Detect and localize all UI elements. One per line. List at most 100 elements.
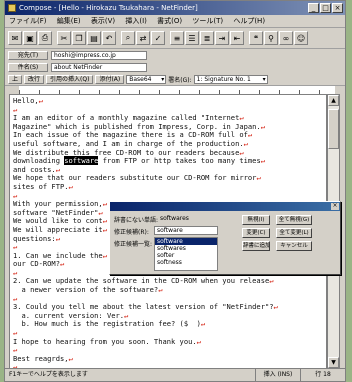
ignore-all-button[interactable]: 全て無視(G)	[276, 215, 312, 225]
body-line-text: Best reagrds,	[13, 353, 69, 363]
return-mark-icon: ↵	[102, 199, 107, 209]
return-mark-icon: ↵	[158, 285, 163, 295]
return-mark-icon: ↵	[269, 276, 274, 286]
return-mark-icon: ↵	[59, 259, 65, 269]
body-line: b. How much is the registration fee? ($ …	[13, 320, 326, 329]
attach-button[interactable]: 添付(A)	[95, 74, 125, 84]
indent-icon[interactable]: ⇥	[215, 31, 229, 45]
signature-label: 署名(G):	[168, 76, 192, 84]
dialog-word-label: 辞書にない単語:	[114, 217, 159, 224]
subject-field[interactable]: about NetFinder	[51, 62, 147, 72]
return-mark-icon: ↵	[55, 233, 60, 243]
address-icon[interactable]: ☺	[294, 31, 308, 45]
wrap-button[interactable]: 改行	[24, 74, 45, 84]
replace-icon[interactable]: ⇄	[136, 31, 150, 45]
return-mark-icon: ↵	[200, 319, 206, 329]
spell-icon[interactable]: ✓	[151, 31, 165, 45]
align-right-icon[interactable]: ≣	[200, 31, 214, 45]
insert-quote-button[interactable]: 引用の挿入(Q)	[46, 74, 94, 84]
to-row: 宛先(T) hoshi@impress.co.jp	[5, 49, 345, 61]
dialog-word-value: softwares	[160, 215, 189, 222]
menu-format[interactable]: 書式(O)	[157, 17, 182, 25]
dialog-close-icon[interactable]: ×	[331, 203, 339, 210]
minimize-button[interactable]: _	[308, 3, 319, 13]
print-icon[interactable]: ⎙	[38, 31, 52, 45]
close-button[interactable]: ×	[332, 3, 343, 13]
return-mark-icon: ↵	[273, 302, 278, 312]
maximize-button[interactable]: □	[320, 3, 331, 13]
title-bar[interactable]: Compose - [Hello - Hirokazu Tsukahara - …	[5, 1, 345, 15]
menu-bar: ファイル(F) 編集(E) 表示(V) 挿入(I) 書式(O) ツール(T) ヘ…	[5, 15, 345, 28]
app-icon	[8, 4, 16, 12]
status-text: F1キーでヘルプを表示します	[9, 371, 88, 378]
toolbar: ✉ ▣ ⎙ ✂ ❐ ▤ ↶ ⌕ ⇄ ✓ ≡ ☰ ≣ ⇥ ⇤ ❝ ⚲ ∞ ☺	[5, 28, 345, 49]
return-mark-icon: ↵	[256, 173, 261, 183]
return-mark-icon: ↵	[38, 96, 43, 105]
return-mark-icon: ↵	[102, 224, 107, 234]
dialog-list-label: 修正候補一覧:	[114, 241, 153, 248]
subject-button[interactable]: 件名(S)	[8, 62, 48, 72]
return-mark-icon: ↵	[68, 181, 73, 191]
suggestion-item[interactable]: softness	[155, 259, 217, 266]
status-mode: 挿入 (INS)	[255, 369, 300, 381]
status-bar: F1キーでヘルプを表示します 挿入 (INS) 行 18	[5, 368, 345, 381]
menu-edit[interactable]: 編集(E)	[57, 17, 81, 25]
subject-row: 件名(S) about NetFinder	[5, 61, 345, 73]
copy-icon[interactable]: ❐	[72, 31, 86, 45]
window-title: Compose - [Hello - Hirokazu Tsukahara - …	[19, 4, 198, 12]
send-icon[interactable]: ✉	[8, 31, 22, 45]
signature-select[interactable]: 1: Signature No. 1	[193, 74, 268, 84]
add-to-dictionary-button[interactable]: 辞書に追加(A)	[242, 241, 270, 251]
menu-insert[interactable]: 挿入(I)	[125, 17, 147, 25]
encoding-select[interactable]: Base64	[126, 74, 167, 84]
body-line-text: sites of FTP.	[13, 181, 69, 191]
compose-window: Compose - [Hello - Hirokazu Tsukahara - …	[4, 0, 346, 382]
outdent-icon[interactable]: ⇤	[230, 31, 244, 45]
dialog-replace-input[interactable]: software	[154, 226, 218, 235]
dialog-suggestion-list[interactable]: software softwares softer softness	[154, 237, 218, 271]
quote-icon[interactable]: ❝	[249, 31, 263, 45]
change-all-button[interactable]: 全て変更(L)	[276, 228, 312, 238]
scroll-thumb[interactable]	[328, 109, 339, 149]
undo-icon[interactable]: ↶	[102, 31, 116, 45]
menu-file[interactable]: ファイル(F)	[9, 17, 47, 25]
dialog-replace-label: 修正候補(R):	[114, 229, 149, 236]
find-icon[interactable]: ⌕	[121, 31, 135, 45]
cut-icon[interactable]: ✂	[57, 31, 71, 45]
body-line: a newer version of the software?↵	[13, 285, 326, 295]
dialog-title-bar[interactable]: ×	[110, 202, 340, 211]
return-mark-icon: ↵	[260, 121, 265, 131]
misspelled-word-highlight: software	[64, 156, 99, 166]
body-line-text: from FTP or http takes too many times	[98, 156, 261, 166]
return-mark-icon: ↵	[68, 353, 73, 363]
change-button[interactable]: 変更(C)	[242, 228, 270, 238]
suggestion-item[interactable]: softer	[155, 252, 217, 259]
up-button[interactable]: 上	[8, 74, 23, 84]
return-mark-icon: ↵	[247, 130, 253, 140]
menu-help[interactable]: ヘルプ(H)	[233, 17, 265, 25]
align-center-icon[interactable]: ☰	[185, 31, 199, 45]
suggestion-item[interactable]: software	[155, 238, 217, 245]
link-icon[interactable]: ∞	[279, 31, 293, 45]
cancel-button[interactable]: キャンセル	[276, 241, 312, 251]
body-line: I hope to hearing from you soon. Thank y…	[13, 336, 326, 347]
to-button[interactable]: 宛先(T)	[8, 50, 48, 60]
attach-icon[interactable]: ⚲	[264, 31, 278, 45]
scroll-down-icon[interactable]: ▼	[328, 357, 339, 368]
save-icon[interactable]: ▣	[23, 31, 37, 45]
body-line: sites of FTP.↵	[13, 181, 326, 192]
to-field[interactable]: hoshi@impress.co.jp	[51, 50, 147, 60]
suggestion-item[interactable]: softwares	[155, 245, 217, 252]
menu-tools[interactable]: ツール(T)	[192, 17, 223, 25]
return-mark-icon: ↵	[260, 156, 265, 166]
body-line-text: a newer version of the software?	[13, 285, 159, 295]
body-line: Hello,↵	[13, 96, 326, 106]
menu-view[interactable]: 表示(V)	[91, 17, 115, 25]
body-line-text: our CD-ROM?	[13, 259, 60, 269]
align-left-icon[interactable]: ≡	[170, 31, 184, 45]
body-line-text: I hope to hearing from you soon. Thank y…	[13, 336, 197, 346]
paste-icon[interactable]: ▤	[87, 31, 101, 45]
return-mark-icon: ↵	[243, 138, 248, 148]
scroll-up-icon[interactable]: ▲	[328, 95, 339, 106]
ignore-button[interactable]: 無視(I)	[242, 215, 270, 225]
